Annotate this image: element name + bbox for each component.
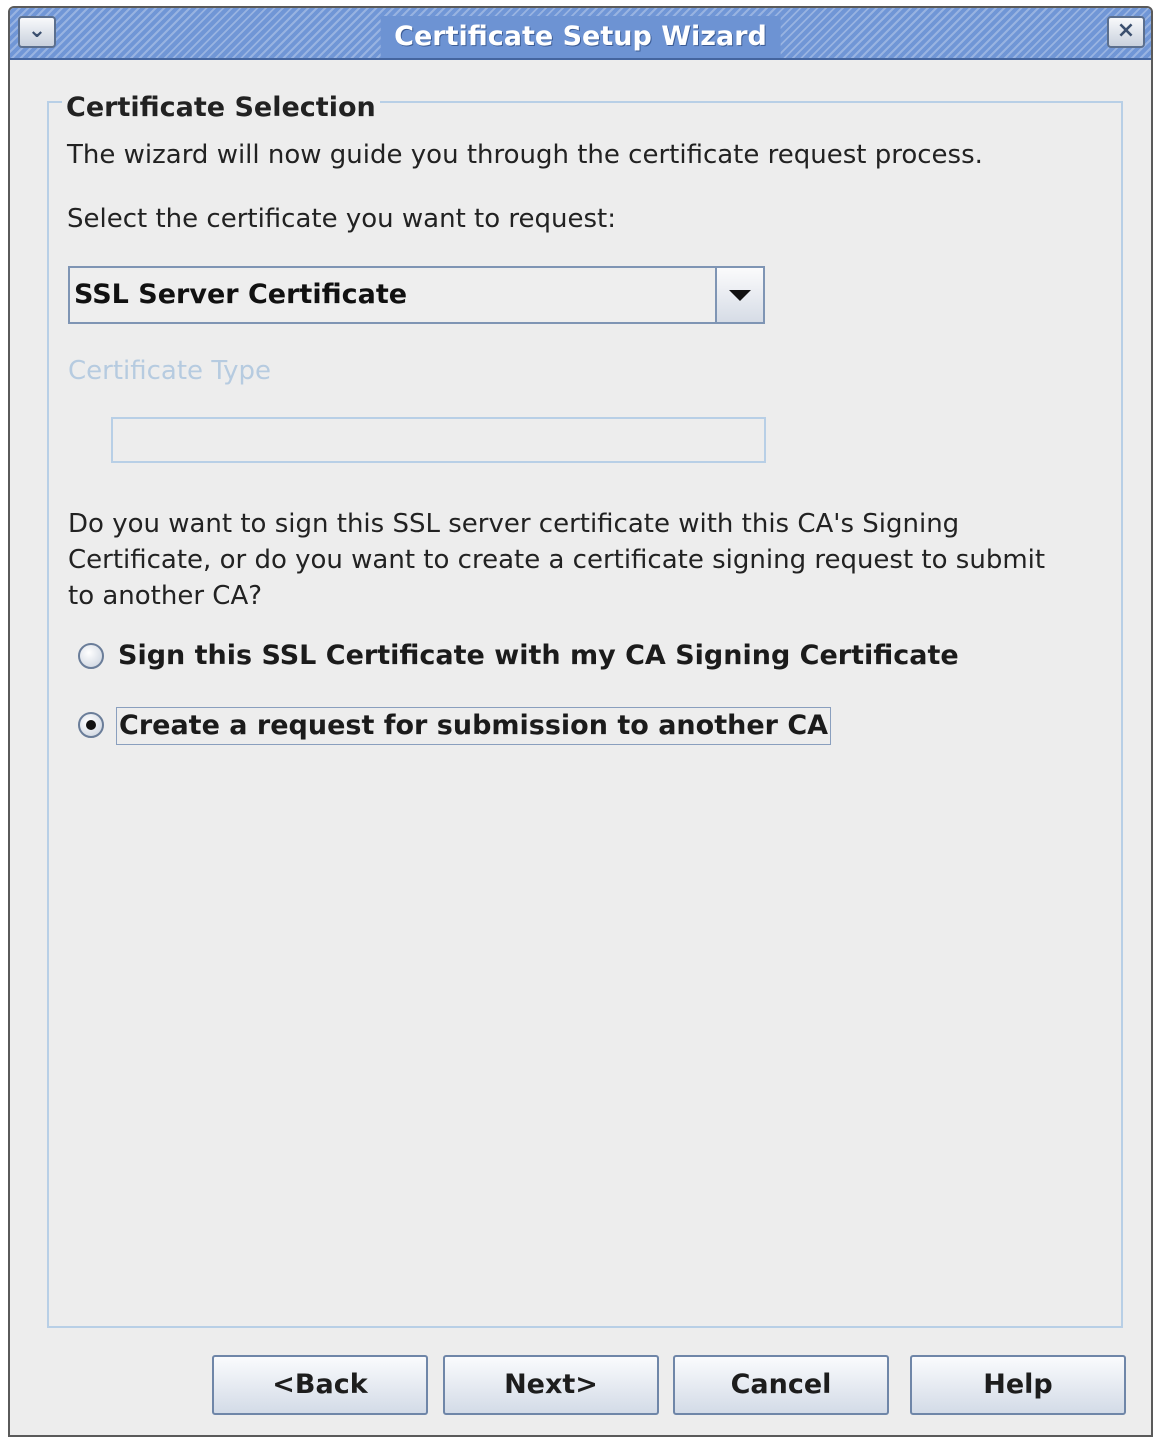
radio-button-selected[interactable]: [78, 712, 104, 738]
help-button[interactable]: Help: [910, 1355, 1126, 1415]
window-title: Certificate Setup Wizard: [380, 16, 781, 58]
radio-button[interactable]: [78, 643, 104, 669]
close-icon[interactable]: ×: [1107, 16, 1145, 48]
certificate-type-field: [111, 417, 766, 463]
back-button[interactable]: <Back: [212, 1355, 428, 1415]
certificate-dropdown-value: SSL Server Certificate: [74, 279, 408, 310]
chevron-down-icon[interactable]: ⌄: [18, 16, 56, 48]
select-prompt: Select the certificate you want to reque…: [67, 204, 616, 234]
certificate-type-label: Certificate Type: [68, 356, 272, 386]
intro-text: The wizard will now guide you through th…: [67, 140, 983, 170]
question-line-3: to another CA?: [68, 581, 263, 611]
question-line-1: Do you want to sign this SSL server cert…: [68, 509, 960, 539]
caret-down-icon[interactable]: [715, 268, 763, 322]
group-title: Certificate Selection: [62, 90, 380, 126]
wizard-window: ⌄ Certificate Setup Wizard × Certificate…: [8, 6, 1153, 1437]
cancel-button[interactable]: Cancel: [673, 1355, 889, 1415]
certificate-dropdown[interactable]: SSL Server Certificate: [68, 266, 765, 324]
title-bar[interactable]: ⌄ Certificate Setup Wizard ×: [10, 8, 1151, 60]
radio-label[interactable]: Sign this SSL Certificate with my CA Sig…: [118, 638, 959, 674]
question-line-2: Certificate, or do you want to create a …: [68, 545, 1046, 575]
next-button[interactable]: Next>: [443, 1355, 659, 1415]
radio-label[interactable]: Create a request for submission to anoth…: [116, 707, 832, 745]
